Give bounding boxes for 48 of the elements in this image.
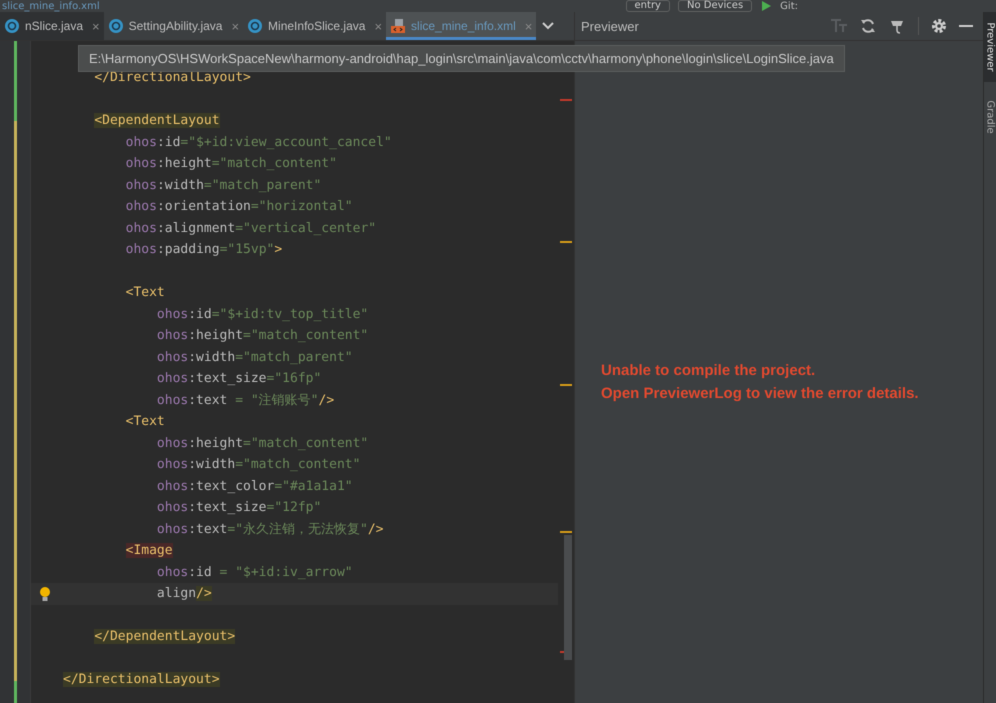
code-line: align/> <box>156 586 212 601</box>
code-line: <Text <box>124 285 165 300</box>
code-line: ohos:height="match_content" <box>156 436 368 450</box>
run-config-dropdown[interactable]: entry <box>626 0 670 12</box>
code-line: ohos:alignment="vertical_center" <box>124 220 376 236</box>
scrollbar-thumb[interactable] <box>564 535 572 660</box>
window-title: slice_mine_info.xml <box>2 0 100 12</box>
code-line: ohos:width="match_content" <box>156 457 360 472</box>
refresh-icon[interactable] <box>860 18 876 34</box>
side-tab[interactable]: Gradle <box>984 82 996 152</box>
class-icon <box>108 18 124 34</box>
code-line: </DirectionalLayout> <box>93 70 251 85</box>
previewer-title: Previewer <box>581 18 639 34</box>
close-tab-icon[interactable]: × <box>374 18 382 34</box>
code-line: ohos:text="永久注销，无法恢复"/> <box>156 522 384 536</box>
class-icon <box>247 18 264 34</box>
xml-file-icon <box>390 18 406 34</box>
error-message: Unable to compile the project. <box>601 361 816 381</box>
close-tab-icon[interactable]: × <box>92 18 100 34</box>
code-line: ohos:text_size="12fp" <box>156 500 322 515</box>
minimize-icon[interactable] <box>959 24 973 28</box>
device-dropdown[interactable]: No Devices <box>678 0 752 12</box>
close-tab-icon[interactable]: × <box>231 18 240 34</box>
file-path-tooltip: E:\HarmonyOS\HSWorkSpaceNew\harmony-android\hap_login\src\main\java\com\cctv\harmony\phone\login\slice\LoginSlice.java <box>78 45 845 72</box>
code-line: ohos:orientation="horizontal" <box>124 199 353 214</box>
file-tab[interactable]: SettingAbility.java × <box>104 12 244 40</box>
tab-list-icon[interactable] <box>542 22 554 30</box>
code-line: ohos:width="match_parent" <box>124 178 322 192</box>
git-label: Git: <box>780 0 798 12</box>
settings-icon[interactable] <box>931 18 947 34</box>
code-line: ohos:id="$+id:view_account_cancel" <box>124 134 392 150</box>
code-line: ohos:padding="15vp"> <box>124 242 282 257</box>
code-line: ohos:text_color="#a1a1a1" <box>156 478 353 494</box>
side-tab[interactable]: Previewer <box>984 12 996 82</box>
code-line: ohos:id="$+id:tv_top_title" <box>156 306 368 322</box>
code-line: ohos:height="match_content" <box>156 328 368 343</box>
plug-icon[interactable] <box>888 18 906 34</box>
code-line: ohos:width="match_parent" <box>156 350 353 364</box>
code-line: <Text <box>124 414 165 429</box>
file-tab[interactable]: MineInfoSlice.java × <box>243 12 386 40</box>
lightbulb-icon[interactable] <box>39 586 51 602</box>
file-tab[interactable]: nSlice.java × <box>0 12 104 40</box>
class-icon <box>4 18 20 34</box>
code-line: ohos:id = "$+id:iv_arrow" <box>156 564 353 580</box>
error-message: Open PreviewerLog to view the error details. <box>601 384 920 404</box>
code-line: ohos:height="match_content" <box>124 156 337 171</box>
code-line: ohos:text_size="16fp" <box>156 371 322 386</box>
code-line: ohos:text = "注销账号"/> <box>156 392 334 408</box>
